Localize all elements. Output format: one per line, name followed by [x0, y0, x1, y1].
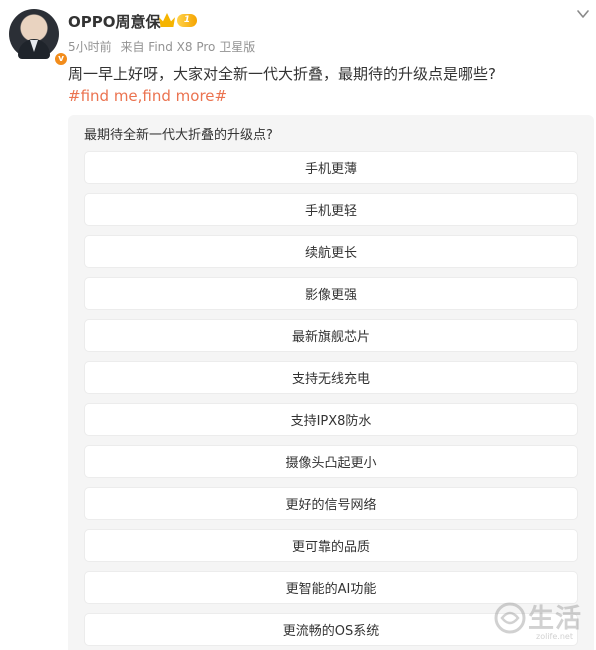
weibo-post: v OPPO周意保 1 5小时前 来自 Find X8 Pro 卫星版 周一早上…: [0, 0, 596, 650]
avatar[interactable]: v: [9, 9, 69, 67]
poll-option[interactable]: 支持无线充电: [84, 361, 578, 394]
poll-option[interactable]: 更好的信号网络: [84, 487, 578, 520]
poll-card: 最期待全新一代大折叠的升级点? 手机更薄 手机更轻 续航更长 影像更强 最新旗舰…: [68, 115, 594, 650]
poll-option[interactable]: 最新旗舰芯片: [84, 319, 578, 352]
poll-option[interactable]: 手机更薄: [84, 151, 578, 184]
poll-option[interactable]: 续航更长: [84, 235, 578, 268]
watermark-logo-icon: [494, 602, 526, 634]
watermark-text: 生活: [528, 604, 583, 634]
poll-question: 最期待全新一代大折叠的升级点?: [84, 128, 273, 143]
post-source: 来自 Find X8 Pro 卫星版: [120, 40, 256, 54]
verified-icon: v: [53, 51, 69, 67]
crown-icon[interactable]: [159, 13, 175, 27]
level-badge[interactable]: 1: [177, 14, 197, 27]
post-meta: 5小时前 来自 Find X8 Pro 卫星版: [68, 38, 255, 55]
watermark-url: zolife.net: [536, 632, 573, 641]
post-text: 周一早上好呀，大家对全新一代大折叠，最期待的升级点是哪些?: [68, 65, 496, 83]
chevron-down-icon[interactable]: [576, 7, 590, 21]
post-time[interactable]: 5小时前: [68, 40, 112, 54]
poll-option[interactable]: 摄像头凸起更小: [84, 445, 578, 478]
poll-option[interactable]: 支持IPX8防水: [84, 403, 578, 436]
poll-option[interactable]: 手机更轻: [84, 193, 578, 226]
poll-option[interactable]: 更可靠的品质: [84, 529, 578, 562]
watermark: 生活 zolife.net: [492, 598, 592, 644]
hashtag-link[interactable]: #find me,find more#: [68, 87, 227, 105]
user-name[interactable]: OPPO周意保: [68, 11, 161, 32]
poll-option[interactable]: 影像更强: [84, 277, 578, 310]
poll-options: 手机更薄 手机更轻 续航更长 影像更强 最新旗舰芯片 支持无线充电 支持IPX8…: [84, 151, 578, 650]
